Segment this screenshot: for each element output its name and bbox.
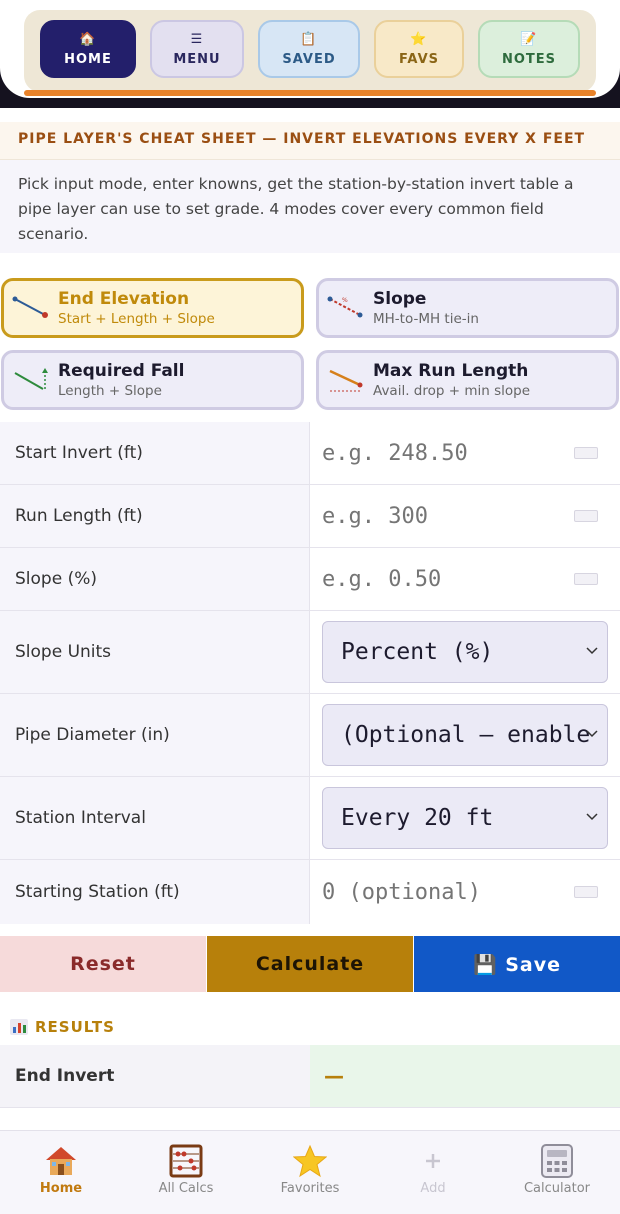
nav-favs-label: FAVS	[399, 51, 439, 67]
starting-station-row: Starting Station (ft)	[0, 860, 620, 924]
star-icon	[293, 1141, 327, 1181]
pipe-diameter-select[interactable]: (Optional — enable	[322, 704, 608, 766]
mode-subtitle: Avail. drop + min slope	[373, 383, 531, 399]
bottom-nav-calculator[interactable]: Calculator	[502, 1141, 612, 1196]
memo-icon: 📝	[520, 31, 538, 47]
station-interval-select[interactable]: Every 20 ft	[322, 787, 608, 849]
chevron-down-icon	[586, 647, 598, 655]
mode-subtitle: Start + Length + Slope	[58, 311, 215, 327]
bottom-nav-label: Home	[39, 1181, 83, 1196]
nav-saved-label: SAVED	[282, 51, 336, 67]
keyboard-icon[interactable]	[574, 573, 598, 585]
calculator-icon	[540, 1141, 574, 1181]
bottom-nav-label: Calculator	[523, 1181, 590, 1196]
keyboard-icon[interactable]	[574, 447, 598, 459]
pipe-diameter-value: (Optional — enable	[341, 722, 591, 748]
pipe-diameter-label: Pipe Diameter (in)	[0, 694, 310, 776]
starting-station-label: Starting Station (ft)	[0, 860, 310, 924]
intro-text: Pick input mode, enter knowns, get the s…	[0, 160, 620, 253]
keyboard-icon[interactable]	[574, 510, 598, 522]
top-navigation: 🏠 HOME ☰ MENU 📋 SAVED ⭐ FAVS 📝 NOTES	[0, 0, 620, 108]
mode-name: Slope	[373, 289, 427, 309]
mode-required-fall[interactable]: Required Fall Length + Slope	[1, 350, 304, 410]
station-interval-row: Station Interval Every 20 ft	[0, 777, 620, 860]
plus-icon	[424, 1141, 442, 1181]
nav-notes-button[interactable]: 📝 NOTES	[478, 20, 580, 78]
starting-station-input[interactable]	[310, 879, 560, 905]
slope-label: Slope (%)	[0, 548, 310, 610]
home-icon: 🏠	[79, 31, 97, 47]
svg-text:%: %	[342, 297, 348, 304]
chevron-down-icon	[586, 813, 598, 821]
slope-units-select[interactable]: Percent (%)	[322, 621, 608, 683]
slope-units-value: Percent (%)	[341, 639, 494, 665]
nav-notes-label: NOTES	[501, 51, 557, 67]
slope-icon: %	[319, 281, 373, 335]
mode-max-run-length[interactable]: Max Run Length Avail. drop + min slope	[316, 350, 619, 410]
calculate-button[interactable]: Calculate	[207, 936, 413, 992]
bottom-navigation: Home All Calcs Favorites Add Calculator	[0, 1130, 620, 1214]
mode-name: End Elevation	[58, 289, 190, 309]
mode-end-elevation[interactable]: End Elevation Start + Length + Slope	[1, 278, 304, 338]
end-elevation-icon	[4, 281, 58, 335]
accent-divider	[24, 90, 596, 96]
bottom-nav-add[interactable]: Add	[378, 1141, 488, 1196]
nav-menu-label: MENU	[173, 51, 221, 67]
star-icon: ⭐	[410, 31, 428, 47]
results-title: RESULTS	[35, 1018, 115, 1036]
menu-icon: ☰	[190, 31, 204, 47]
bottom-nav-home[interactable]: Home	[6, 1141, 116, 1196]
start-invert-row: Start Invert (ft)	[0, 422, 620, 485]
bottom-nav-label: Add	[420, 1181, 446, 1196]
house-icon	[44, 1141, 78, 1181]
run-length-label: Run Length (ft)	[0, 485, 310, 547]
mode-name: Max Run Length	[373, 361, 529, 381]
mode-slope[interactable]: % Slope MH-to-MH tie-in	[316, 278, 619, 338]
start-invert-input[interactable]	[310, 440, 560, 466]
nav-menu-button[interactable]: ☰ MENU	[150, 20, 244, 78]
nav-home-button[interactable]: 🏠 HOME	[40, 20, 136, 78]
slope-row: Slope (%)	[0, 548, 620, 611]
nav-button-group: 🏠 HOME ☰ MENU 📋 SAVED ⭐ FAVS 📝 NOTES	[24, 10, 596, 92]
bottom-nav-label: All Calcs	[158, 1181, 214, 1196]
top-navigation-panel: 🏠 HOME ☰ MENU 📋 SAVED ⭐ FAVS 📝 NOTES	[0, 0, 620, 98]
results-heading: RESULTS	[10, 1018, 115, 1036]
max-run-length-icon	[319, 353, 373, 407]
bottom-nav-all-calcs[interactable]: All Calcs	[131, 1141, 241, 1196]
mode-name: Required Fall	[58, 361, 185, 381]
bottom-nav-label: Favorites	[280, 1181, 340, 1196]
keyboard-icon[interactable]	[574, 886, 598, 898]
result-value: —	[310, 1045, 620, 1107]
mode-subtitle: MH-to-MH tie-in	[373, 311, 479, 327]
slope-units-label: Slope Units	[0, 611, 310, 693]
abacus-icon	[169, 1141, 203, 1181]
result-row-end-invert: End Invert —	[0, 1045, 620, 1108]
nav-home-label: HOME	[64, 51, 112, 67]
result-label: End Invert	[0, 1045, 310, 1107]
required-fall-icon	[4, 353, 58, 407]
pipe-diameter-row: Pipe Diameter (in) (Optional — enable	[0, 694, 620, 777]
run-length-input[interactable]	[310, 503, 560, 529]
slope-input[interactable]	[310, 566, 560, 592]
start-invert-label: Start Invert (ft)	[0, 422, 310, 484]
slope-units-row: Slope Units Percent (%)	[0, 611, 620, 694]
nav-saved-button[interactable]: 📋 SAVED	[258, 20, 360, 78]
reset-button[interactable]: Reset	[0, 936, 206, 992]
nav-favs-button[interactable]: ⭐ FAVS	[374, 20, 464, 78]
station-interval-label: Station Interval	[0, 777, 310, 859]
page-title: PIPE LAYER'S CHEAT SHEET — INVERT ELEVAT…	[0, 122, 620, 160]
chevron-down-icon	[586, 730, 598, 738]
bottom-nav-favorites[interactable]: Favorites	[255, 1141, 365, 1196]
station-interval-value: Every 20 ft	[341, 805, 494, 831]
run-length-row: Run Length (ft)	[0, 485, 620, 548]
mode-subtitle: Length + Slope	[58, 383, 162, 399]
save-button[interactable]: 💾 Save	[414, 936, 620, 992]
bar-chart-icon	[10, 1019, 28, 1035]
clipboard-icon: 📋	[300, 31, 318, 47]
